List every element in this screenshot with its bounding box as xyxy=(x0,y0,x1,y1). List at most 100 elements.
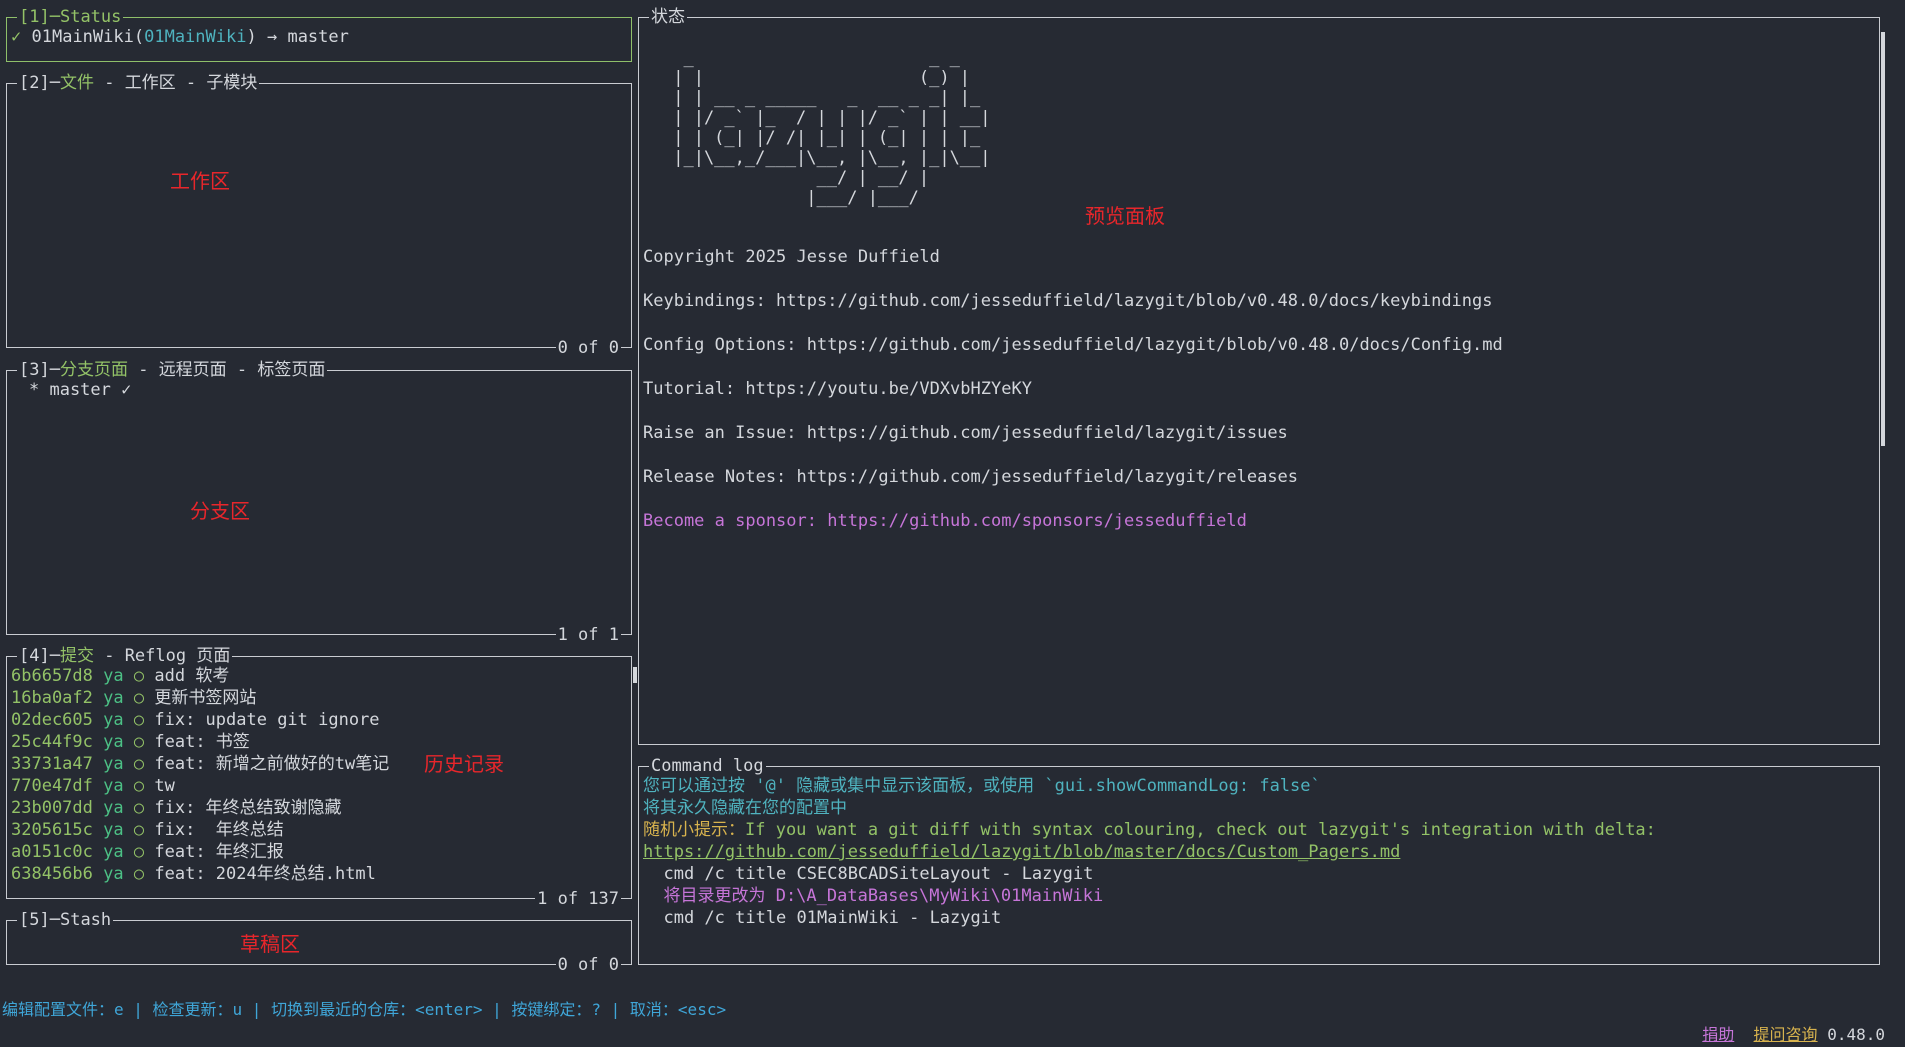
stash-panel-title: [5]─Stash xyxy=(17,909,114,931)
files-panel-title: [2]─文件 - 工作区 - 子模块 xyxy=(17,72,260,94)
commit-list: 6b6657d8 ya ○ add 软考 16ba0af2 ya ○ 更新书签网站… xyxy=(11,665,389,885)
commits-panel[interactable]: [4]─提交 - Reflog 页面 6b6657d8 ya ○ add 软考 1… xyxy=(6,645,637,910)
commit-author: ya xyxy=(103,842,124,862)
tab-worktrees[interactable]: 工作区 xyxy=(125,73,176,93)
config-link[interactable]: Config Options: https://github.com/jesse… xyxy=(643,334,1503,356)
commit-message: fix: 年终总结 xyxy=(154,820,284,840)
commit-author: ya xyxy=(103,688,124,708)
bottom-right: 捐助 提问咨询 0.48.0 xyxy=(1702,1022,1885,1047)
tutorial-link[interactable]: Tutorial: https://youtu.be/VDXvbHZYeKY xyxy=(643,378,1032,400)
commit-author: ya xyxy=(103,754,124,774)
tab-commits[interactable]: 提交 xyxy=(60,646,94,666)
preview-scrollbar[interactable] xyxy=(1881,32,1885,446)
commit-status-icon: ○ xyxy=(133,710,145,730)
commit-status-icon: ○ xyxy=(133,842,145,862)
commit-message: tw xyxy=(154,776,175,796)
branches-panel-title: [3]─分支页面 - 远程页面 - 标签页面 xyxy=(17,359,328,381)
stash-panel[interactable]: [5]─Stash 0 of 0 xyxy=(6,909,632,976)
commit-author: ya xyxy=(103,820,124,840)
lazygit-ascii-logo: _ _ _ | | (_) | | | __ _ _____ _ __ _ _|… xyxy=(673,48,991,208)
commit-author: ya xyxy=(103,864,124,884)
commit-status-icon: ○ xyxy=(133,864,145,884)
commit-hash: 25c44f9c xyxy=(11,732,93,752)
commit-hash: 6b6657d8 xyxy=(11,666,93,686)
tab-local-branches[interactable]: 分支页面 xyxy=(60,360,128,380)
commits-panel-title: [4]─提交 - Reflog 页面 xyxy=(17,645,233,667)
commit-row[interactable]: a0151c0c ya ○ feat: 年终汇报 xyxy=(11,841,389,863)
commits-scrollbar[interactable] xyxy=(633,667,637,683)
cmdlog-tip-link[interactable]: https://github.com/jesseduffield/lazygit… xyxy=(643,841,1400,863)
copyright-text: Copyright 2025 Jesse Duffield xyxy=(643,247,940,267)
commit-hash: a0151c0c xyxy=(11,842,93,862)
commit-status-icon: ○ xyxy=(133,688,145,708)
cmdlog-tip: 随机小提示：If you want a git diff with syntax… xyxy=(643,820,1656,840)
commit-status-icon: ○ xyxy=(133,666,145,686)
commit-status-icon: ○ xyxy=(133,732,145,752)
files-annotation: 工作区 xyxy=(170,169,230,193)
status-panel[interactable]: [1]─Status ✓ 01MainWiki(01MainWiki) → ma… xyxy=(6,6,632,62)
commit-message: add 软考 xyxy=(154,666,230,686)
commit-hash: 3205615c xyxy=(11,820,93,840)
version-label: 0.48.0 xyxy=(1827,1025,1885,1044)
command-log-title: Command log xyxy=(649,755,766,777)
commit-status-icon: ○ xyxy=(133,754,145,774)
donate-link[interactable]: 捐助 xyxy=(1702,1025,1734,1044)
cmdlog-cmd-1: cmd /c title CSEC8BCADSiteLayout - Lazyg… xyxy=(643,864,1094,884)
commit-row[interactable]: 770e47df ya ○ tw xyxy=(11,775,389,797)
tab-remotes[interactable]: 远程页面 xyxy=(159,360,227,380)
commit-author: ya xyxy=(103,776,124,796)
commit-message: 更新书签网站 xyxy=(154,688,257,708)
commits-count: 1 of 137 xyxy=(535,888,621,910)
status-line: ✓ 01MainWiki(01MainWiki) → master xyxy=(11,27,349,47)
cmdlog-cmd-3: cmd /c title 01MainWiki - Lazygit xyxy=(643,908,1002,928)
cmdlog-cmd-2: 将目录更改为 D:\A_DataBases\MyWiki\01MainWiki xyxy=(643,886,1104,906)
preview-panel[interactable]: 状态 _ _ _ | | (_) | | | __ _ _____ _ __ _… xyxy=(638,6,1885,745)
command-log-panel[interactable]: Command log 您可以通过按 '@' 隐藏或集中显示该面板，或使用 `g… xyxy=(638,755,1880,965)
keybinding-hints: 编辑配置文件：e | 检查更新：u | 切换到最近的仓库：<enter> | 按… xyxy=(2,1000,727,1019)
status-panel-title: [1]─Status xyxy=(17,6,124,28)
branches-annotation: 分支区 xyxy=(190,499,250,523)
tab-tags[interactable]: 标签页面 xyxy=(257,360,325,380)
tab-submodules[interactable]: 子模块 xyxy=(206,73,257,93)
commit-row[interactable]: 638456b6 ya ○ feat: 2024年终总结.html xyxy=(11,863,389,885)
issue-link[interactable]: Raise an Issue: https://github.com/jesse… xyxy=(643,422,1288,444)
commit-hash: 16ba0af2 xyxy=(11,688,93,708)
commit-message: fix: update git ignore xyxy=(154,710,380,730)
commit-row[interactable]: 33731a47 ya ○ feat: 新增之前做好的tw笔记 xyxy=(11,753,389,775)
sponsor-link[interactable]: Become a sponsor: https://github.com/spo… xyxy=(643,510,1247,532)
commit-row[interactable]: 3205615c ya ○ fix: 年终总结 xyxy=(11,819,389,841)
stash-annotation: 草稿区 xyxy=(240,932,300,956)
release-link[interactable]: Release Notes: https://github.com/jessed… xyxy=(643,466,1298,488)
commit-hash: 33731a47 xyxy=(11,754,93,774)
keybindings-link[interactable]: Keybindings: https://github.com/jesseduf… xyxy=(643,290,1493,312)
preview-annotation: 预览面板 xyxy=(1085,204,1165,228)
tab-files[interactable]: 文件 xyxy=(60,73,94,93)
commit-message: feat: 书签 xyxy=(154,732,250,752)
commit-author: ya xyxy=(103,798,124,818)
commit-row[interactable]: 25c44f9c ya ○ feat: 书签 xyxy=(11,731,389,753)
bottom-bar: 编辑配置文件：e | 检查更新：u | 切换到最近的仓库：<enter> | 按… xyxy=(0,972,1905,1044)
files-count: 0 of 0 xyxy=(555,337,621,359)
cmdlog-line-1: 您可以通过按 '@' 隐藏或集中显示该面板，或使用 `gui.showComma… xyxy=(643,776,1321,796)
commit-row[interactable]: 02dec605 ya ○ fix: update git ignore xyxy=(11,709,389,731)
commit-message: feat: 2024年终总结.html xyxy=(154,864,376,884)
branch-item-master[interactable]: * master ✓ xyxy=(29,379,131,401)
branches-panel[interactable]: [3]─分支页面 - 远程页面 - 标签页面 * master ✓ 1 of 1 xyxy=(6,359,632,646)
commit-row[interactable]: 16ba0af2 ya ○ 更新书签网站 xyxy=(11,687,389,709)
commits-annotation: 历史记录 xyxy=(424,752,504,776)
cmdlog-line-2: 将其永久隐藏在您的配置中 xyxy=(643,798,847,818)
ask-question-link[interactable]: 提问咨询 xyxy=(1754,1025,1818,1044)
commit-hash: 638456b6 xyxy=(11,864,93,884)
commit-status-icon: ○ xyxy=(133,820,145,840)
commit-author: ya xyxy=(103,710,124,730)
files-panel[interactable]: [2]─文件 - 工作区 - 子模块 0 of 0 xyxy=(6,72,632,359)
commit-hash: 770e47df xyxy=(11,776,93,796)
commit-status-icon: ○ xyxy=(133,776,145,796)
commit-hash: 02dec605 xyxy=(11,710,93,730)
commit-author: ya xyxy=(103,732,124,752)
commit-hash: 23b007dd xyxy=(11,798,93,818)
branches-count: 1 of 1 xyxy=(555,624,621,646)
commit-row[interactable]: 23b007dd ya ○ fix: 年终总结致谢隐藏 xyxy=(11,797,389,819)
commit-row[interactable]: 6b6657d8 ya ○ add 软考 xyxy=(11,665,389,687)
tab-reflog[interactable]: Reflog 页面 xyxy=(125,646,231,666)
